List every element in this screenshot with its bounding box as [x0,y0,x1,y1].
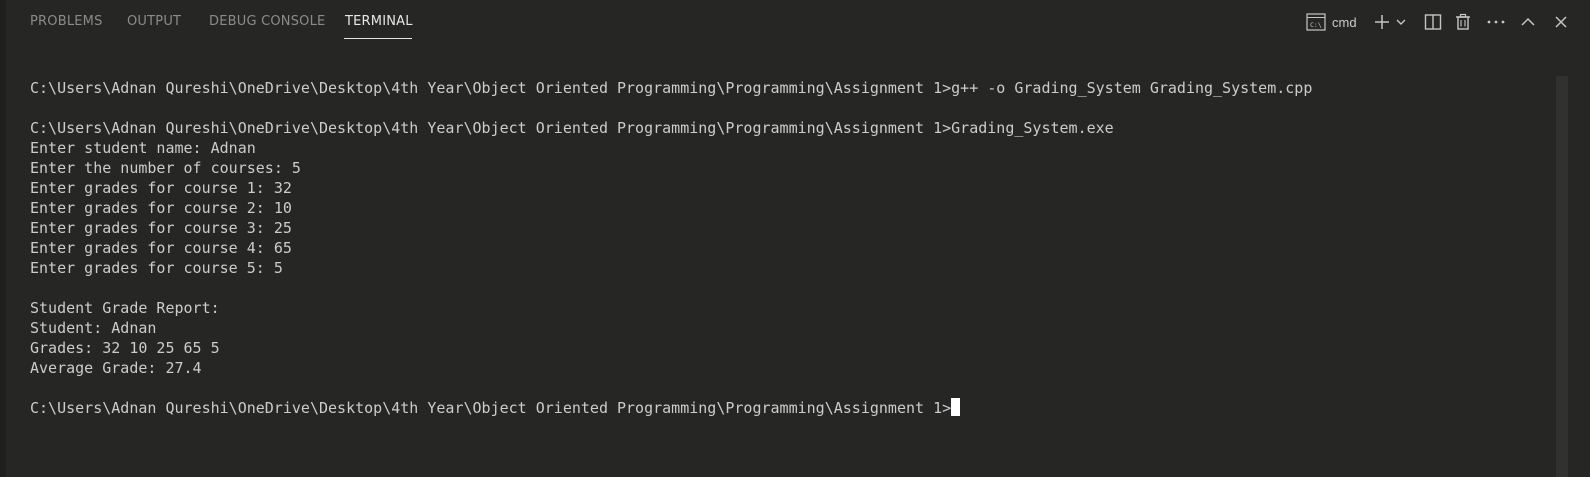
terminal-line: Student: Adnan [30,319,157,337]
close-icon [1553,14,1569,30]
tab-problems[interactable]: PROBLEMS [30,14,103,29]
terminal-shell-selector[interactable]: C:\ cmd [1306,10,1376,34]
chevron-down-icon [1395,16,1407,28]
terminal-line: C:\Users\Adnan Qureshi\OneDrive\Desktop\… [30,119,1114,137]
panel-left-border [0,0,6,477]
trash-icon [1454,13,1472,31]
shell-name: cmd [1332,14,1357,30]
ellipsis-icon [1486,13,1506,31]
terminal-prompt: C:\Users\Adnan Qureshi\OneDrive\Desktop\… [30,399,952,417]
terminal-prompt-line: C:\Users\Adnan Qureshi\OneDrive\Desktop\… [30,398,1560,418]
terminal-icon: C:\ [1306,13,1326,31]
terminal-line: Enter grades for course 1: 32 [30,179,292,197]
panel-tab-bar: PROBLEMS OUTPUT DEBUG CONSOLE TERMINAL C… [0,0,1590,44]
terminal-line: Enter grades for course 5: 5 [30,259,283,277]
terminal-line: Enter the number of courses: 5 [30,159,301,177]
split-terminal-button[interactable] [1422,10,1444,34]
terminal-line: Grades: 32 10 25 65 5 [30,339,220,357]
plus-icon [1373,13,1391,31]
terminal-cursor [951,398,961,416]
split-pane-icon [1424,13,1442,31]
tab-output[interactable]: OUTPUT [127,14,181,29]
tab-debug-console[interactable]: DEBUG CONSOLE [209,14,325,29]
close-panel-button[interactable] [1551,10,1571,34]
terminal-line: Enter grades for course 3: 25 [30,219,292,237]
launch-profile-button[interactable] [1394,10,1408,34]
chevron-up-icon [1520,14,1536,30]
new-terminal-button[interactable] [1372,10,1392,34]
terminal-output[interactable]: C:\Users\Adnan Qureshi\OneDrive\Desktop\… [30,78,1560,458]
terminal-scrollbar[interactable] [1556,76,1568,477]
maximize-panel-button[interactable] [1518,10,1538,34]
kill-terminal-button[interactable] [1452,10,1474,34]
svg-text:C:\: C:\ [1310,21,1322,29]
terminal-line: Average Grade: 27.4 [30,359,202,377]
terminal-line: Enter student name: Adnan [30,139,256,157]
terminal-line: Enter grades for course 4: 65 [30,239,292,257]
terminal-line: Enter grades for course 2: 10 [30,199,292,217]
terminal-panel: PROBLEMS OUTPUT DEBUG CONSOLE TERMINAL C… [0,0,1590,477]
terminal-line: Student Grade Report: [30,299,220,317]
active-tab-indicator [344,38,412,39]
terminal-line: C:\Users\Adnan Qureshi\OneDrive\Desktop\… [30,79,1313,97]
tab-terminal[interactable]: TERMINAL [345,14,413,29]
more-actions-button[interactable] [1484,10,1508,34]
